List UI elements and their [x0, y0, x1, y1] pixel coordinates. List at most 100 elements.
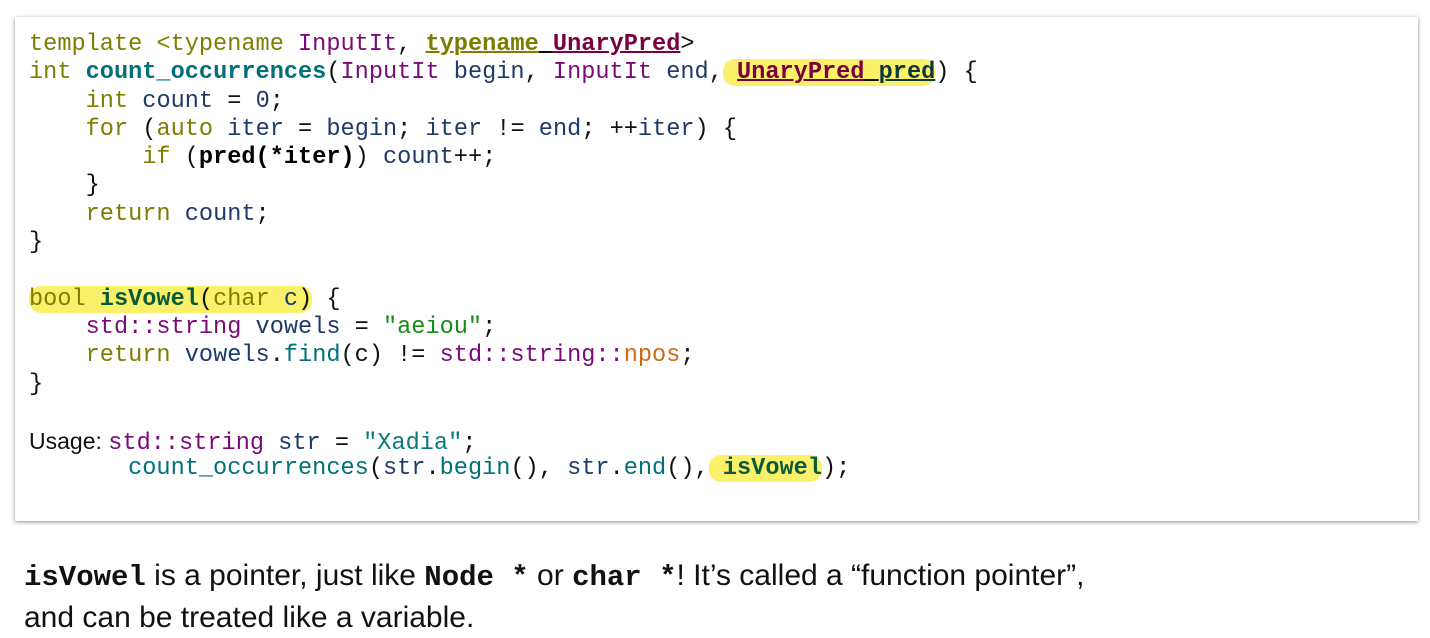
code-token: Usage: — [29, 428, 109, 455]
code-token: ++; — [453, 144, 497, 172]
code-token: str — [382, 455, 426, 483]
code-token: { — [326, 285, 341, 313]
code-line: Usage: std::string str = "Xadia"; — [29, 427, 978, 458]
code-token: ) { — [935, 59, 978, 87]
code-token: count — [383, 144, 454, 172]
code-token: ); — [821, 455, 851, 483]
code-token: . — [269, 342, 284, 370]
code-token: typename — [425, 31, 539, 58]
code-token: UnaryPred — [552, 31, 681, 58]
code-line: } — [29, 229, 978, 257]
code-token: std::string — [29, 313, 256, 341]
code-token: template <typename — [29, 31, 299, 58]
code-token: ; — [680, 342, 695, 370]
highlight: bool isVowel(char c) — [29, 285, 313, 313]
code-token: != — [482, 115, 539, 143]
code-token: , — [397, 31, 426, 58]
code-line: int count_occurrences(InputIt begin, Inp… — [29, 59, 978, 87]
code-line: return count; — [29, 201, 978, 229]
code-token: iter — [227, 115, 284, 143]
code-token: , — [708, 59, 723, 87]
code-line: std::string vowels = "aeiou"; — [29, 314, 978, 342]
code-token: (), — [666, 455, 709, 483]
code-token: vowels — [184, 342, 270, 370]
code-token: iter — [425, 115, 483, 143]
caption: isVowel is a pointer, just like Node * o… — [24, 556, 1085, 638]
code-token: std::string:: — [439, 342, 624, 370]
code-token: begin — [326, 115, 398, 143]
code-token: = — [213, 87, 256, 115]
code-token: InputIt — [340, 59, 454, 87]
code-token: find — [283, 342, 341, 370]
code-token: > — [680, 31, 695, 58]
code-token: ; — [482, 313, 497, 341]
code-token: end — [666, 59, 709, 87]
code-line: } — [29, 371, 978, 399]
code-token: ; ++ — [581, 115, 638, 143]
code-token: for — [29, 115, 143, 143]
code-token: npos — [623, 342, 681, 370]
highlight: isVowel — [708, 455, 822, 483]
code-token: pred(*iter) — [198, 144, 355, 172]
code-token: 0 — [255, 87, 270, 115]
code-token: count_occurrences — [29, 455, 369, 483]
code-token: begin — [453, 59, 525, 87]
code-card: template <typename InputIt, typename Una… — [15, 17, 1418, 521]
code-token: InputIt — [298, 31, 398, 58]
highlight: UnaryPred pred — [722, 59, 936, 87]
code-token: return — [29, 200, 185, 228]
code-token: ; — [462, 430, 477, 458]
code-token: , — [524, 59, 553, 87]
code-token: = — [320, 430, 364, 458]
code-token: } — [29, 370, 44, 398]
code-token: = — [340, 313, 383, 341]
code-token: int — [29, 87, 143, 115]
code-token: (), — [510, 455, 568, 483]
caption-text: ! It’s called a “function pointer”, — [676, 559, 1085, 592]
code-token: ; — [255, 200, 270, 228]
code-line: for (auto iter = begin; iter != end; ++i… — [29, 116, 978, 144]
code-line: count_occurrences(str.begin(), str.end()… — [29, 455, 978, 483]
code-token: } — [29, 172, 100, 200]
code-token: str — [278, 430, 321, 458]
code-line: if (pred(*iter)) count++; — [29, 144, 978, 172]
code-token: vowels — [255, 313, 341, 341]
code-token: ) { — [694, 115, 738, 143]
code-token: std::string — [108, 430, 279, 458]
code-token: . — [609, 455, 624, 483]
code-token: "aeiou" — [382, 313, 483, 341]
code-line: bool isVowel(char c) { — [29, 285, 978, 314]
caption-code: char * — [572, 561, 677, 594]
code-token: ) — [354, 144, 383, 172]
code-token: str — [567, 455, 610, 483]
code-token: count_occurrences — [85, 59, 327, 87]
code-token: "Xadia" — [363, 430, 463, 458]
code-block: template <typename InputIt, typename Una… — [29, 31, 978, 484]
code-token: begin — [439, 455, 511, 483]
code-token: return — [29, 342, 185, 370]
code-token: end — [538, 115, 582, 143]
caption-text: and can be treated like a variable. — [24, 601, 475, 634]
code-token: ( — [368, 455, 383, 483]
code-line: } — [29, 172, 978, 200]
code-token: count — [184, 200, 256, 228]
code-line: return vowels.find(c) != std::string::np… — [29, 342, 978, 370]
code-token: count — [142, 87, 214, 115]
code-token: if — [29, 144, 185, 172]
caption-code: Node * — [424, 561, 529, 594]
code-token: ( — [184, 144, 199, 172]
code-token: int — [29, 59, 86, 87]
code-token: } — [29, 229, 44, 257]
code-token: = — [283, 115, 327, 143]
code-token: ( — [142, 115, 157, 143]
code-line: template <typename InputIt, typename Una… — [29, 31, 978, 59]
code-token: ; — [397, 115, 426, 143]
code-token: iter — [637, 115, 695, 143]
caption-text: or — [528, 559, 573, 592]
code-token: auto — [156, 115, 228, 143]
caption-code: isVowel — [24, 561, 146, 594]
code-token: end — [623, 455, 667, 483]
